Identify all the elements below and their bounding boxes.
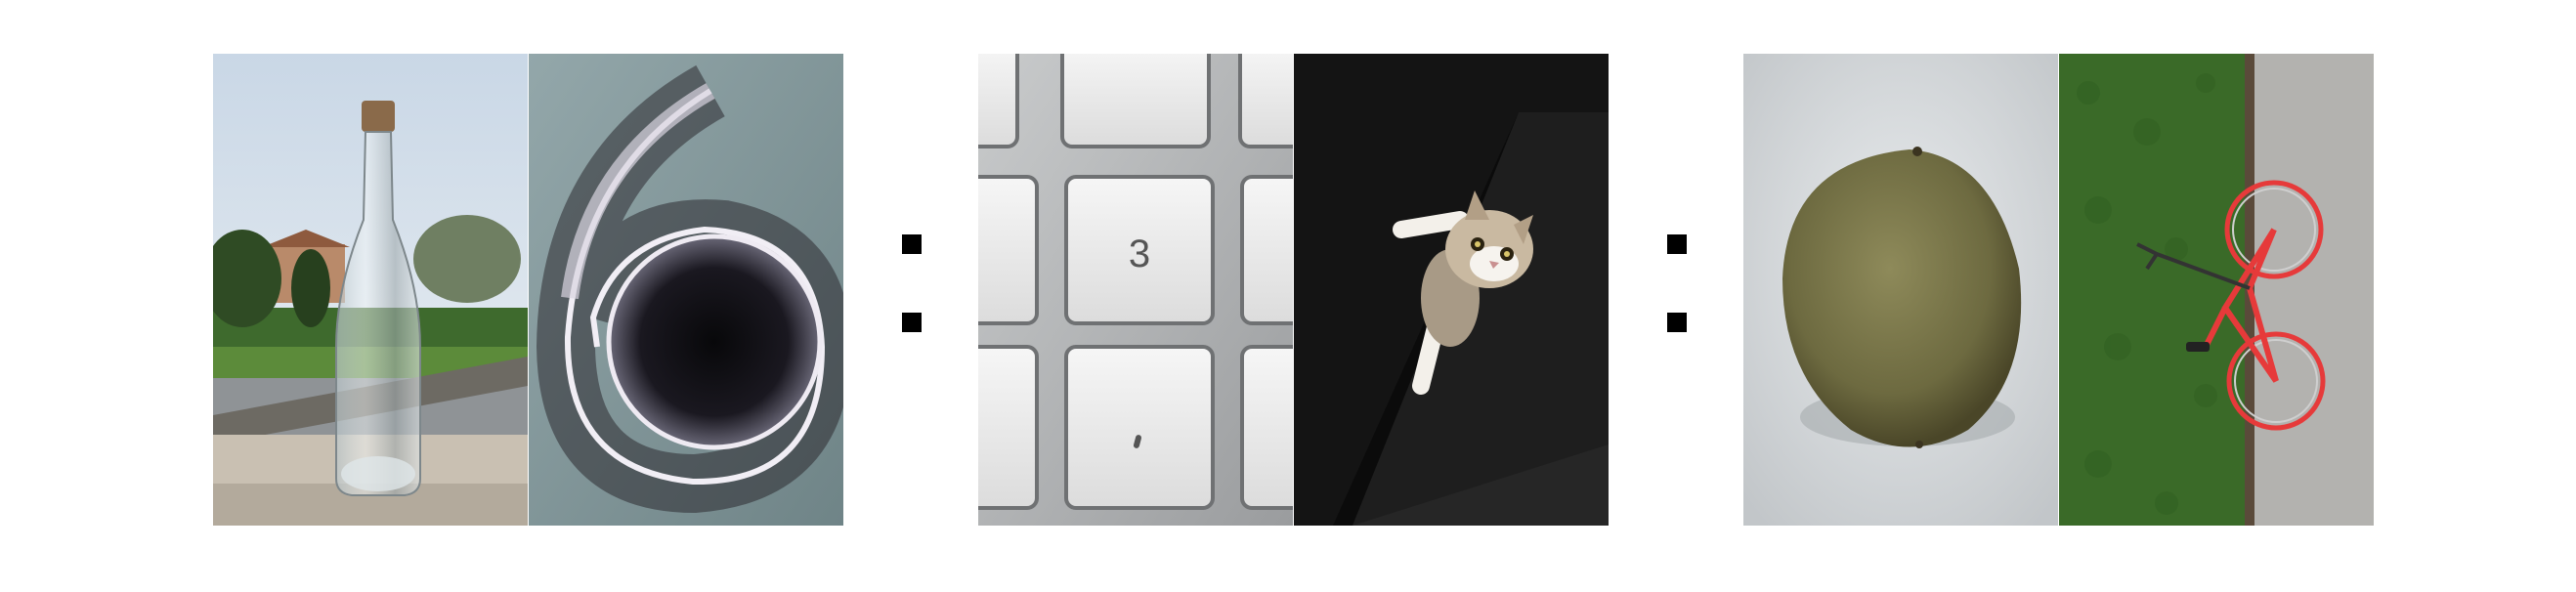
kiwi-fruit-photo bbox=[1743, 54, 2058, 526]
colon-dot-top bbox=[902, 234, 922, 254]
curled-paper-image bbox=[529, 54, 843, 526]
image-pair-2: 3 bbox=[978, 54, 1609, 526]
colon-dot-bottom bbox=[902, 313, 922, 332]
colon-dot-bottom bbox=[1667, 313, 1687, 332]
kiwi-image bbox=[1743, 54, 2058, 526]
glass-bottle-photo bbox=[213, 54, 528, 526]
bicycle-image bbox=[2059, 54, 2374, 526]
image-pair-1 bbox=[213, 54, 843, 526]
colon-separator-2 bbox=[1667, 234, 1687, 338]
colon-separator-1 bbox=[902, 234, 922, 338]
image-pair-3 bbox=[1743, 54, 2374, 526]
curled-paper-spiral-photo bbox=[529, 54, 843, 526]
red-bicycle-on-hedge-photo bbox=[2059, 54, 2374, 526]
colon-dot-top bbox=[1667, 234, 1687, 254]
key-label-three: 3 bbox=[1129, 233, 1150, 275]
keyboard-keys-photo: 3 bbox=[978, 54, 1293, 526]
keyboard-image: 3 bbox=[978, 54, 1293, 526]
glass-bottle-image bbox=[213, 54, 528, 526]
kitten-in-box-photo bbox=[1294, 54, 1609, 526]
kitten-image bbox=[1294, 54, 1609, 526]
